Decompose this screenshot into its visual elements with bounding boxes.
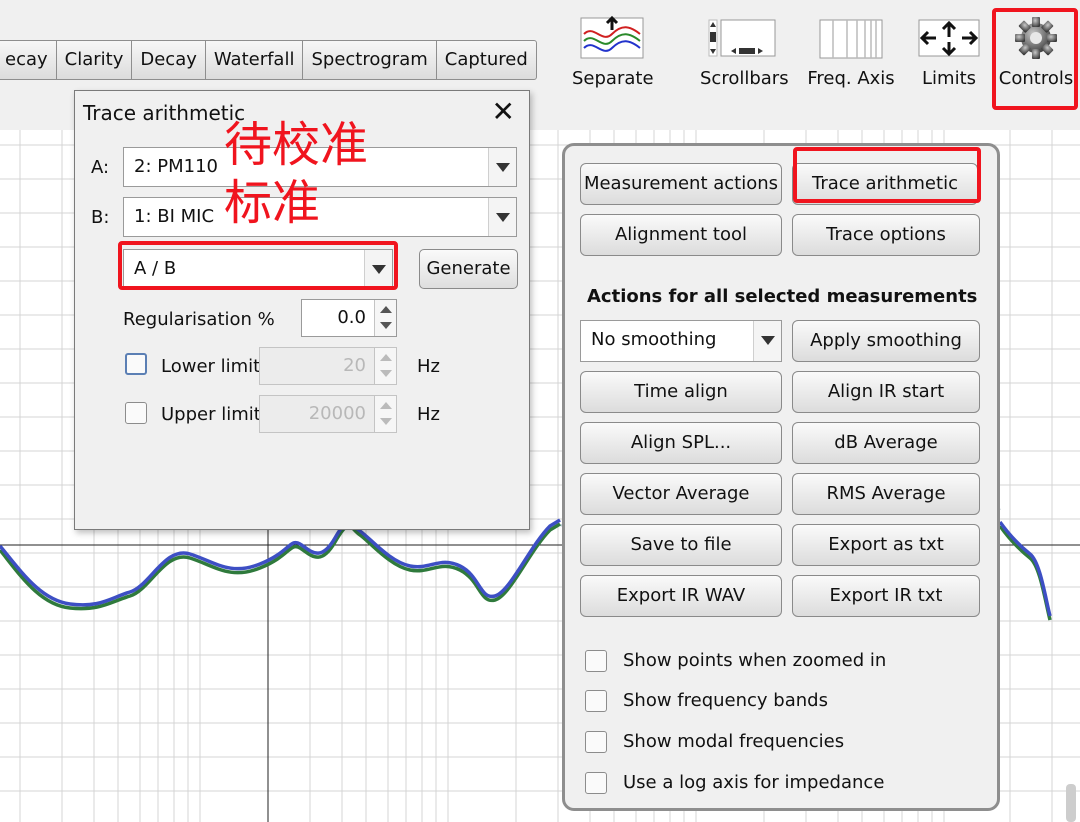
lower-limit-unit: Hz	[417, 356, 440, 377]
controls-panel: Measurement actions Trace arithmetic Ali…	[562, 143, 1000, 811]
regularisation-label: Regularisation %	[123, 309, 275, 330]
trace-right-green	[998, 524, 1052, 621]
scrollbars-icon	[708, 19, 776, 57]
trace-b-value: 1: BI MIC	[134, 206, 215, 227]
trace-a-value: 2: PM110	[134, 156, 218, 177]
lower-limit-checkbox[interactable]	[125, 353, 147, 375]
chevron-down-icon[interactable]	[364, 250, 392, 288]
limits-arrows-icon	[918, 19, 980, 57]
export-ir-wav-button[interactable]: Export IR WAV	[580, 575, 782, 617]
spinner-arrows-icon[interactable]	[374, 300, 396, 336]
gear-icon	[1015, 17, 1057, 59]
log-axis-impedance-label: Use a log axis for impedance	[623, 772, 885, 793]
time-align-button[interactable]: Time align	[580, 371, 782, 413]
trace-arithmetic-button[interactable]: Trace arithmetic	[792, 163, 978, 205]
separate-traces-icon	[580, 15, 644, 59]
operation-value: A / B	[134, 258, 177, 279]
spinner-arrows-icon[interactable]	[374, 396, 396, 432]
controls-button[interactable]: Controls	[998, 14, 1074, 89]
tab-spectrogram[interactable]: Spectrogram	[302, 40, 436, 80]
export-as-txt-button[interactable]: Export as txt	[792, 524, 980, 566]
chevron-down-icon[interactable]	[488, 198, 516, 236]
lower-limit-spinner[interactable]: 20	[259, 347, 397, 385]
trace-a-label: A:	[91, 157, 110, 178]
save-to-file-button[interactable]: Save to file	[580, 524, 782, 566]
tab-decay-cut[interactable]: ecay	[0, 40, 56, 80]
tab-captured[interactable]: Captured	[435, 40, 537, 80]
operation-select[interactable]: A / B	[123, 249, 393, 289]
show-points-checkbox[interactable]	[585, 650, 607, 672]
annotation-to-calibrate: 待校准	[224, 117, 369, 173]
upper-limit-spinner[interactable]: 20000	[259, 395, 397, 433]
export-ir-txt-button[interactable]: Export IR txt	[792, 575, 980, 617]
scrollbars-button[interactable]: Scrollbars	[700, 14, 789, 89]
show-modal-frequencies-checkbox[interactable]	[585, 731, 607, 753]
upper-limit-label: Upper limit	[161, 404, 261, 425]
rms-average-button[interactable]: RMS Average	[792, 473, 980, 515]
regularisation-value: 0.0	[337, 307, 366, 328]
regularisation-spinner[interactable]: 0.0	[301, 299, 397, 337]
upper-limit-checkbox[interactable]	[125, 402, 147, 424]
smoothing-select[interactable]: No smoothing	[580, 320, 782, 362]
upper-limit-unit: Hz	[417, 404, 440, 425]
separate-label: Separate	[572, 68, 654, 89]
upper-limit-value: 20000	[308, 403, 366, 424]
log-axis-impedance-checkbox[interactable]	[585, 772, 607, 794]
controls-label: Controls	[998, 68, 1074, 89]
show-points-label: Show points when zoomed in	[623, 650, 887, 671]
freq-axis-button[interactable]: Freq. Axis	[806, 14, 896, 89]
db-average-button[interactable]: dB Average	[792, 422, 980, 464]
show-frequency-bands-label: Show frequency bands	[623, 690, 828, 711]
vector-average-button[interactable]: Vector Average	[580, 473, 782, 515]
limits-label: Limits	[922, 68, 976, 89]
smoothing-value: No smoothing	[591, 329, 717, 350]
lower-limit-value: 20	[343, 355, 366, 376]
chevron-down-icon[interactable]	[753, 321, 781, 361]
freq-axis-label: Freq. Axis	[807, 68, 895, 89]
spinner-arrows-icon[interactable]	[374, 348, 396, 384]
align-ir-start-button[interactable]: Align IR start	[792, 371, 980, 413]
limits-button[interactable]: Limits	[918, 14, 980, 89]
chevron-down-icon[interactable]	[488, 148, 516, 186]
lower-limit-label: Lower limit	[161, 356, 261, 377]
trace-blue	[0, 518, 561, 607]
measurement-actions-button[interactable]: Measurement actions	[580, 163, 782, 205]
align-spl-button[interactable]: Align SPL...	[580, 422, 782, 464]
graph-tab-strip: ecay Clarity Decay Waterfall Spectrogram…	[0, 40, 537, 80]
apply-smoothing-button[interactable]: Apply smoothing	[792, 320, 980, 362]
tab-waterfall[interactable]: Waterfall	[204, 40, 303, 80]
section-heading: Actions for all selected measurements	[587, 286, 978, 307]
dialog-title: Trace arithmetic	[83, 101, 246, 125]
trace-options-button[interactable]: Trace options	[792, 214, 980, 256]
close-icon[interactable]: ✕	[492, 97, 515, 127]
separate-button[interactable]: Separate	[572, 14, 654, 89]
frequency-axis-icon	[819, 19, 883, 59]
alignment-tool-button[interactable]: Alignment tool	[580, 214, 782, 256]
show-modal-frequencies-label: Show modal frequencies	[623, 731, 845, 752]
generate-button[interactable]: Generate	[419, 249, 518, 289]
scrollbars-label: Scrollbars	[700, 68, 789, 89]
trace-green	[0, 522, 561, 611]
annotation-standard: 标准	[224, 175, 321, 231]
trace-b-label: B:	[91, 207, 110, 228]
tab-decay[interactable]: Decay	[131, 40, 205, 80]
tab-clarity[interactable]: Clarity	[55, 40, 132, 80]
show-frequency-bands-checkbox[interactable]	[585, 690, 607, 712]
vertical-scrollbar-thumb[interactable]	[1066, 784, 1076, 822]
